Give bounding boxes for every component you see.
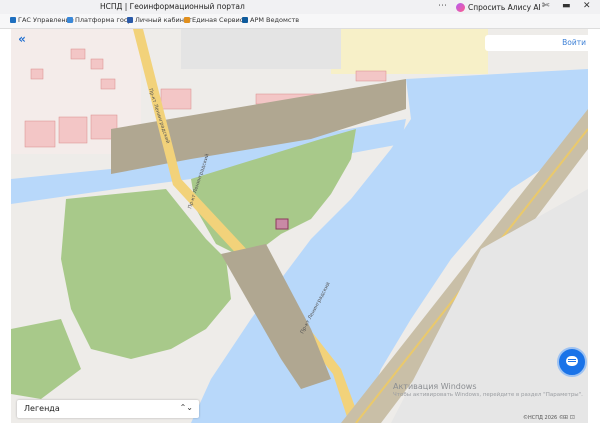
login-button[interactable]: Войти bbox=[485, 35, 588, 51]
cabinet-icon bbox=[127, 17, 133, 23]
extensions-icon[interactable]: ✄ bbox=[542, 1, 550, 11]
chat-icon bbox=[566, 356, 578, 366]
windows-activation-title: Активация Windows bbox=[393, 382, 477, 391]
chevron-updown-icon: ⌃⌄ bbox=[179, 403, 193, 412]
windows-activation-subtitle: Чтобы активировать Windows, перейдите в … bbox=[393, 392, 583, 398]
industrial-area bbox=[181, 29, 341, 69]
ask-alice-button[interactable]: Спросить Алису AI bbox=[456, 1, 541, 13]
map-tools-icons[interactable]: ⊞ ⊡ bbox=[563, 414, 575, 421]
service-icon bbox=[184, 17, 190, 23]
bookmark-gas[interactable]: ГАС Управление bbox=[10, 16, 74, 24]
map-graphics: Пр-кт Ленинградский Пр-кт Ленинградский … bbox=[11, 29, 588, 423]
minimize-icon[interactable]: ▬ bbox=[562, 1, 571, 11]
green-strip bbox=[11, 319, 81, 399]
building-icon bbox=[10, 17, 16, 23]
bookmark-cabinet[interactable]: Личный кабинет bbox=[127, 16, 192, 24]
legend-dropdown[interactable]: Легенда ⌃⌄ bbox=[17, 400, 199, 418]
browser-titlebar: НСПД | Геоинформационный портал ⋯ Спроси… bbox=[0, 0, 600, 14]
bookmark-label: АРМ Ведомств bbox=[250, 16, 300, 24]
more-menu-icon[interactable]: ⋯ bbox=[438, 1, 448, 11]
shield-icon bbox=[67, 17, 73, 23]
bookmarks-bar: ГАС Управление Платформа госу Личный каб… bbox=[0, 14, 600, 29]
bookmark-label: Единая Сервисн bbox=[192, 16, 248, 24]
parcel-highlight bbox=[275, 218, 289, 230]
bookmark-label: Платформа госу bbox=[75, 16, 132, 24]
close-icon[interactable]: ✕ bbox=[583, 1, 591, 11]
ask-alice-label: Спросить Алису AI bbox=[468, 2, 541, 12]
bookmark-arm[interactable]: АРМ Ведомств bbox=[242, 16, 299, 24]
collapse-panel-button[interactable]: « bbox=[15, 33, 29, 47]
bookmark-label: ГАС Управление bbox=[18, 16, 74, 24]
window-title: НСПД | Геоинформационный портал bbox=[100, 2, 245, 11]
copyright-text: ©НСПД 2026 © bbox=[523, 415, 564, 421]
map-canvas[interactable]: Пр-кт Ленинградский Пр-кт Ленинградский … bbox=[11, 29, 588, 423]
arm-icon bbox=[242, 17, 248, 23]
bookmark-platform[interactable]: Платформа госу bbox=[67, 16, 131, 24]
chat-button[interactable] bbox=[557, 347, 587, 377]
beige-area bbox=[331, 29, 488, 74]
alice-icon bbox=[456, 2, 465, 12]
legend-label: Легенда bbox=[24, 404, 60, 413]
login-label: Войти bbox=[562, 38, 586, 47]
bookmark-service[interactable]: Единая Сервисн bbox=[184, 16, 248, 24]
